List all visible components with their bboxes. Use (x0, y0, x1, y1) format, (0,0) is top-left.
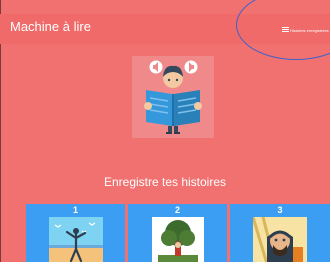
reader-hero-card (132, 56, 214, 138)
story-number-2: 2 (174, 205, 180, 215)
tree-with-figure-image (152, 217, 204, 264)
top-app-bar: Machine à lire Histoires enregistrées (0, 14, 330, 44)
saved-stories-menu-label: Histoires enregistrées (290, 27, 329, 33)
section-title: Enregistre tes histoires (103, 175, 227, 189)
app-window: Machine à lire Histoires enregistrées En… (0, 0, 330, 268)
app-title: Machine à lire (10, 19, 91, 34)
saved-stories-menu-button[interactable]: Histoires enregistrées (282, 23, 330, 37)
story-card-1[interactable]: 1 (26, 204, 125, 264)
story-card-3[interactable]: 3 (230, 204, 330, 264)
story-number-1: 1 (72, 205, 78, 215)
menu-icon (282, 27, 289, 33)
story-number-3: 3 (277, 205, 283, 215)
reader-with-book-and-speakers-icon (144, 60, 202, 134)
story-card-2[interactable]: 2 (128, 204, 227, 264)
page-bottom-margin (0, 262, 331, 268)
bearded-man-portrait-image (253, 217, 307, 264)
seaside-figure-with-birds-image (49, 217, 103, 264)
